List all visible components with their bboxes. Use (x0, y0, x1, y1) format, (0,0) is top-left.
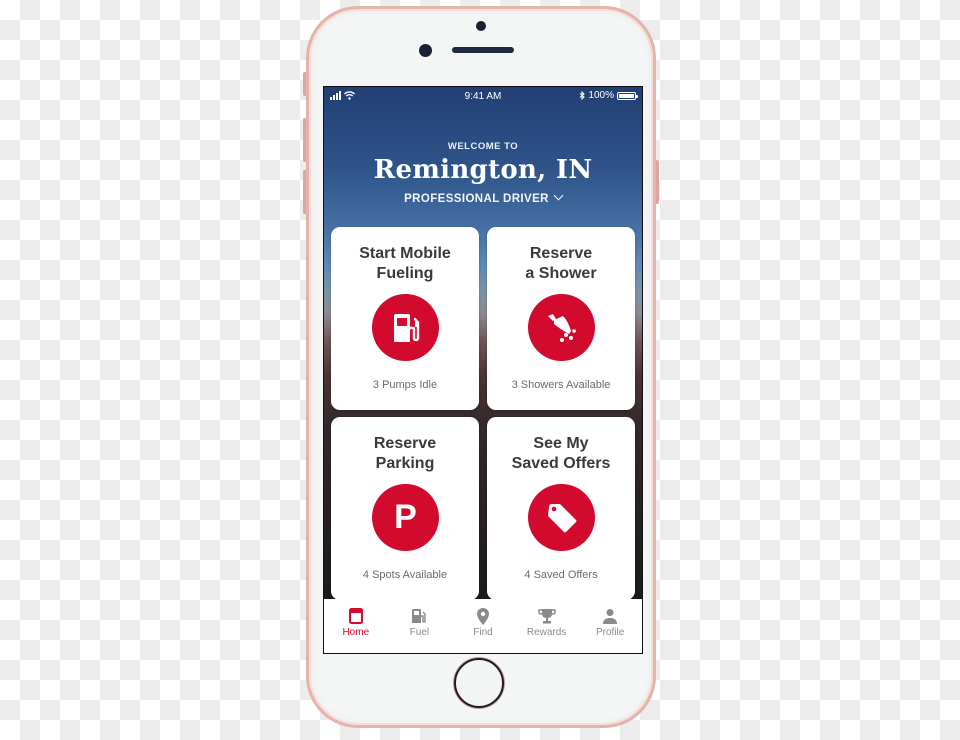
nav-item-find[interactable]: Find (451, 599, 515, 653)
start-mobile-fueling-card[interactable]: Start Mobile Fueling 3 Pumps Idle (331, 227, 479, 410)
shower-icon (528, 294, 595, 361)
saved-offers-card[interactable]: See My Saved Offers 4 Saved Offers (487, 417, 635, 600)
card-title: Reserve a Shower (525, 245, 597, 282)
card-title: Reserve Parking (373, 435, 437, 472)
battery-icon (617, 91, 638, 100)
parking-icon: P (372, 484, 439, 551)
nav-item-rewards[interactable]: Rewards (515, 599, 579, 653)
location-pin-icon (476, 607, 489, 625)
person-icon (603, 609, 618, 624)
location-title: Remington, IN (373, 155, 593, 185)
status-bar: 9:41 AM 100% (324, 87, 642, 107)
fuel-icon (412, 609, 427, 623)
card-subtitle: 3 Pumps Idle (372, 379, 438, 391)
nav-item-profile[interactable]: Profile (578, 599, 642, 653)
nav-label: Find (473, 627, 493, 638)
battery-percent: 100% (588, 90, 614, 101)
bluetooth-icon (580, 91, 586, 100)
card-subtitle: 4 Spots Available (362, 569, 448, 581)
trophy-icon (537, 609, 556, 624)
card-title: See My Saved Offers (511, 435, 611, 472)
card-title: Start Mobile Fueling (359, 245, 451, 282)
nav-label: Fuel (409, 627, 430, 638)
app-screen: 9:41 AM 100% WELCOME TO Remington, IN PR… (323, 86, 643, 654)
reserve-parking-card[interactable]: Reserve Parking P 4 Spots Available (331, 417, 479, 600)
fuel-pump-icon (372, 294, 439, 361)
home-icon (348, 608, 363, 624)
profile-type-label: PROFESSIONAL DRIVER (404, 193, 549, 205)
nav-item-fuel[interactable]: Fuel (388, 599, 452, 653)
nav-label: Home (342, 627, 370, 638)
nav-label: Rewards (526, 627, 567, 638)
card-subtitle: 3 Showers Available (511, 379, 611, 391)
earpiece-speaker (452, 47, 514, 53)
reserve-shower-card[interactable]: Reserve a Shower 3 Showers Available (487, 227, 635, 410)
nav-label: Profile (595, 627, 625, 638)
welcome-label: WELCOME TO (447, 141, 519, 152)
card-subtitle: 4 Saved Offers (524, 569, 598, 581)
profile-type-dropdown[interactable]: PROFESSIONAL DRIVER (324, 190, 642, 205)
chevron-down-icon (553, 190, 564, 201)
tag-icon (528, 484, 595, 551)
front-camera (419, 44, 432, 57)
home-button[interactable] (454, 658, 504, 708)
nav-item-home[interactable]: Home (324, 599, 388, 653)
bottom-nav: Home Fuel Find Rewards Profile (324, 599, 642, 653)
proximity-sensor (476, 21, 486, 31)
